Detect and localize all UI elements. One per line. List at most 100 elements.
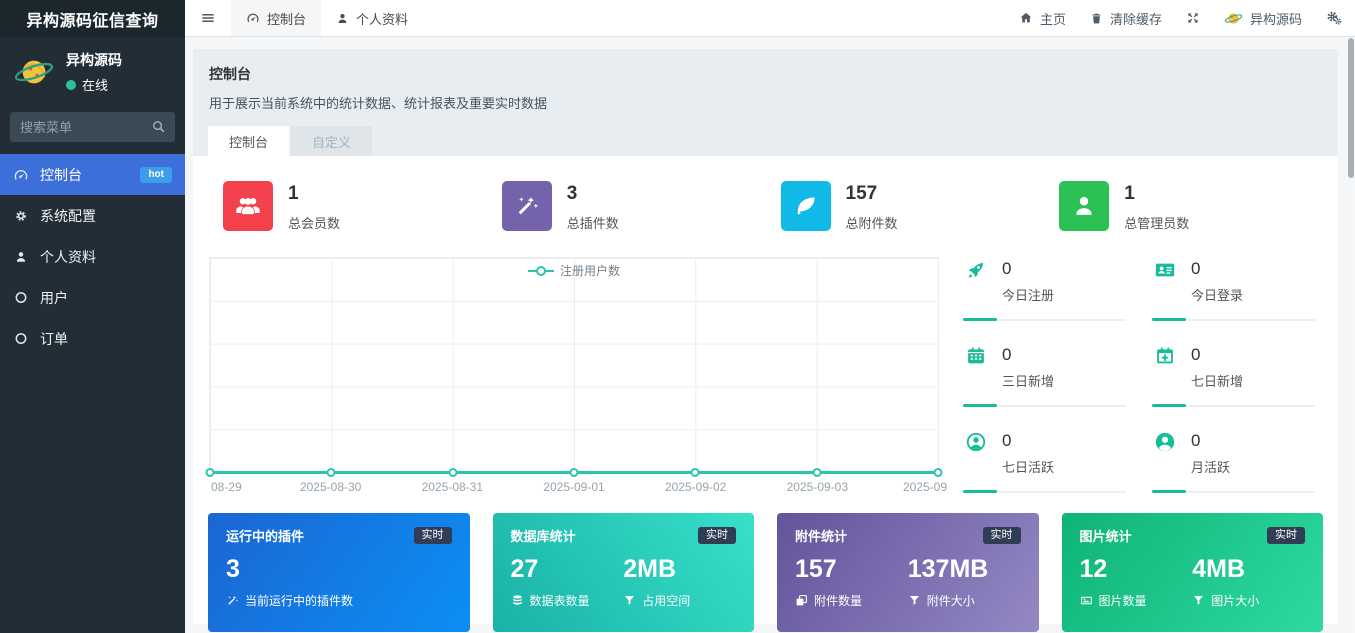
tab-dashboard[interactable]: 控制台 bbox=[208, 126, 289, 156]
sidebar-item-orders[interactable]: 订单 bbox=[0, 318, 185, 359]
card-image-stats: 图片统计 实时 12 图片数量 bbox=[1062, 513, 1324, 632]
ministat-label: 月活跃 bbox=[1191, 457, 1230, 476]
ministat-value: 0 bbox=[1191, 432, 1230, 449]
ministat-label: 今日登录 bbox=[1191, 285, 1243, 304]
expand-icon bbox=[1186, 11, 1200, 25]
sidebar-item-label: 用户 bbox=[40, 288, 68, 308]
avatar bbox=[13, 51, 55, 93]
database-icon bbox=[511, 594, 524, 607]
x-tick: 2025-09-03 bbox=[787, 480, 848, 494]
gauge-icon bbox=[246, 11, 260, 25]
x-tick: 2025-09 bbox=[903, 480, 947, 494]
hamburger-icon[interactable] bbox=[185, 0, 231, 36]
card-title: 运行中的插件 bbox=[226, 526, 304, 545]
stats-row: 1 总会员数 3 总插件数 bbox=[208, 181, 1323, 232]
card-metric-label: 图片数量 bbox=[1099, 592, 1147, 609]
sidebar: 异构源码征信查询 异构源码 在线 控制台 hot 系统配置 个人资料 bbox=[0, 0, 185, 633]
vertical-scrollbar[interactable] bbox=[1347, 37, 1355, 633]
topbar: 控制台 个人资料 主页 清除缓存 异构源码 bbox=[185, 0, 1355, 37]
sidebar-item-profile[interactable]: 个人资料 bbox=[0, 236, 185, 277]
funnel-icon bbox=[623, 594, 636, 606]
online-dot-icon bbox=[66, 80, 76, 90]
trash-icon bbox=[1090, 12, 1103, 25]
topbar-username: 异构源码 bbox=[1250, 9, 1302, 28]
main-area: 控制台 个人资料 主页 清除缓存 异构源码 bbox=[185, 0, 1355, 633]
chart-legend[interactable]: 注册用户数 bbox=[528, 262, 620, 279]
x-tick: 2025-09-01 bbox=[543, 480, 604, 494]
stat-total-admins: 1 总管理员数 bbox=[1044, 181, 1323, 232]
card-value: 137MB bbox=[908, 556, 1021, 584]
user-icon bbox=[336, 12, 349, 25]
card-value: 12 bbox=[1080, 556, 1193, 584]
ministat-7day-new: 0 七日新增 bbox=[1152, 343, 1315, 407]
topbar-tab-label: 控制台 bbox=[267, 9, 306, 28]
ministat-7day-active: 0 七日活跃 bbox=[963, 429, 1126, 493]
card-metric-label: 占用空间 bbox=[642, 592, 690, 609]
chart-point bbox=[812, 468, 821, 477]
gauge-icon bbox=[13, 167, 29, 183]
realtime-badge: 实时 bbox=[698, 527, 736, 544]
stat-total-attachments: 157 总附件数 bbox=[766, 181, 1045, 232]
home-link[interactable]: 主页 bbox=[1019, 9, 1066, 28]
rocket-icon bbox=[963, 257, 989, 281]
legend-label: 注册用户数 bbox=[560, 262, 620, 279]
card-metric-label: 图片大小 bbox=[1211, 592, 1259, 609]
card-value: 157 bbox=[795, 556, 908, 584]
calendar-plus-icon bbox=[1152, 343, 1178, 366]
fullscreen-button[interactable] bbox=[1186, 11, 1200, 25]
sidebar-item-label: 系统配置 bbox=[40, 206, 96, 226]
summary-cards-row: 运行中的插件 实时 3 当前运行中的插件数 bbox=[208, 513, 1323, 632]
image-icon bbox=[1080, 594, 1093, 607]
card-metric-label: 附件数量 bbox=[814, 592, 862, 609]
scrollbar-thumb[interactable] bbox=[1348, 38, 1354, 178]
ministat-today-registered: 0 今日注册 bbox=[963, 257, 1126, 321]
user-panel: 异构源码 在线 bbox=[0, 37, 185, 104]
user-status: 在线 bbox=[82, 75, 108, 94]
tab-custom[interactable]: 自定义 bbox=[291, 126, 372, 156]
chart-point bbox=[327, 468, 336, 477]
ministat-today-login: 0 今日登录 bbox=[1152, 257, 1315, 321]
clear-cache-label: 清除缓存 bbox=[1110, 9, 1162, 28]
legend-marker-icon bbox=[528, 266, 554, 276]
topbar-tab-dashboard[interactable]: 控制台 bbox=[231, 0, 321, 36]
ministat-label: 七日活跃 bbox=[1002, 457, 1054, 476]
card-metric-label: 数据表数量 bbox=[530, 592, 590, 609]
home-icon bbox=[1019, 11, 1033, 25]
settings-button[interactable] bbox=[1326, 10, 1342, 26]
sidebar-item-users[interactable]: 用户 bbox=[0, 277, 185, 318]
sidebar-item-label: 控制台 bbox=[40, 165, 82, 185]
wand-icon bbox=[226, 594, 239, 607]
users-icon bbox=[223, 181, 273, 231]
mini-stats: 0 今日注册 0 今日登录 bbox=[963, 257, 1315, 496]
ministat-value: 0 bbox=[1002, 432, 1054, 449]
sidebar-item-dashboard[interactable]: 控制台 hot bbox=[0, 154, 185, 195]
home-label: 主页 bbox=[1040, 9, 1066, 28]
id-card-icon bbox=[1152, 257, 1178, 281]
clone-icon bbox=[795, 594, 808, 607]
ministat-value: 0 bbox=[1002, 260, 1054, 277]
ministat-value: 0 bbox=[1191, 260, 1243, 277]
card-title: 数据库统计 bbox=[511, 526, 576, 545]
sidebar-item-system-config[interactable]: 系统配置 bbox=[0, 195, 185, 236]
wand-icon bbox=[502, 181, 552, 231]
hot-badge: hot bbox=[140, 167, 172, 183]
user-menu[interactable]: 异构源码 bbox=[1224, 9, 1302, 28]
card-title: 图片统计 bbox=[1080, 526, 1132, 545]
topbar-tab-profile[interactable]: 个人资料 bbox=[321, 0, 423, 36]
ministat-label: 七日新增 bbox=[1191, 371, 1243, 390]
sidebar-search bbox=[10, 112, 175, 142]
user-icon bbox=[13, 250, 29, 264]
clear-cache-button[interactable]: 清除缓存 bbox=[1090, 9, 1162, 28]
cogs-icon bbox=[1326, 10, 1342, 26]
user-circle-icon bbox=[963, 429, 989, 453]
card-metric-label: 当前运行中的插件数 bbox=[245, 592, 353, 609]
user-circle-filled-icon bbox=[1152, 429, 1178, 453]
user-icon bbox=[1059, 181, 1109, 231]
search-icon[interactable] bbox=[151, 119, 166, 134]
page-content: 控制台 用于展示当前系统中的统计数据、统计报表及重要实时数据 控制台 自定义 1 bbox=[185, 37, 1355, 633]
card-metric-label: 附件大小 bbox=[927, 592, 975, 609]
card-value: 4MB bbox=[1192, 556, 1305, 584]
sidebar-item-label: 订单 bbox=[40, 329, 68, 349]
stat-value: 3 bbox=[567, 184, 619, 203]
user-name: 异构源码 bbox=[66, 50, 122, 70]
